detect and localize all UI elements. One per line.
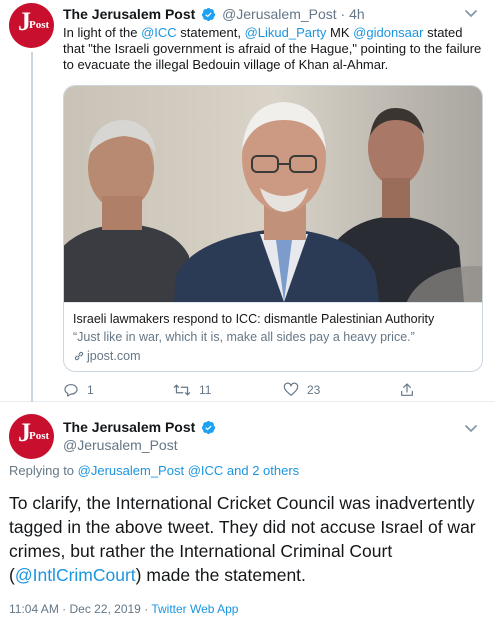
verified-badge-icon (202, 7, 216, 22)
mention-link[interactable]: @ICC (141, 25, 177, 40)
verified-badge-icon (202, 420, 216, 435)
card-title[interactable]: Israeli lawmakers respond to ICC: disman… (73, 311, 475, 327)
avatar-logo-word: Post (29, 430, 50, 442)
replying-prefix: Replying to (9, 463, 78, 478)
meta-separator: · (140, 602, 152, 616)
reply-icon (64, 384, 78, 397)
author-name[interactable]: The Jerusalem Post (63, 6, 195, 22)
tweet-header: The Jerusalem Post @Jerusalem_Post · 4h (63, 5, 365, 23)
tweet-meta: 11:04 AM · Dec 22, 2019 · Twitter Web Ap… (9, 601, 238, 617)
retweet-count: 11 (199, 383, 212, 397)
tweet-text-part: ) made the statement. (135, 565, 306, 585)
retweet-icon (173, 384, 191, 396)
mention-link[interactable]: @ICC (188, 463, 224, 478)
heart-icon (283, 382, 299, 396)
chevron-down-icon[interactable] (464, 424, 478, 434)
avatar-logo-word: Post (29, 19, 50, 31)
tweet-source-link[interactable]: Twitter Web App (151, 602, 238, 616)
tweet-text: To clarify, the International Cricket Co… (9, 491, 489, 587)
author-handle[interactable]: @Jerusalem_Post (63, 436, 178, 454)
avatar[interactable]: J Post (9, 414, 54, 459)
reply-count: 1 (87, 383, 94, 397)
author-name-row: The Jerusalem Post (63, 418, 218, 436)
author-name[interactable]: The Jerusalem Post (63, 419, 195, 435)
thread-connector-line (31, 52, 33, 402)
tweet-actions: 1 11 23 (63, 381, 483, 399)
retweet-button[interactable]: 11 (173, 381, 211, 399)
mention-link[interactable]: @Jerusalem_Post (78, 463, 184, 478)
like-button[interactable]: 23 (283, 381, 320, 399)
tweet-time[interactable]: 4h (349, 6, 365, 22)
header-separator: · (336, 6, 350, 22)
tweet-text-part: statement, (176, 25, 245, 40)
tweet-text: In light of the @ICC statement, @Likud_P… (63, 25, 483, 73)
card-photo[interactable] (64, 86, 483, 302)
card-domain: jpost.com (73, 347, 475, 365)
mention-link[interactable]: @IntlCrimCourt (15, 565, 136, 585)
card-description: “Just like in war, which it is, make all… (73, 330, 415, 344)
mention-link[interactable]: @gidonsaar (353, 25, 423, 40)
tweet-text-part: MK (326, 25, 354, 40)
replying-others-link[interactable]: and 2 others (223, 463, 299, 478)
mention-link[interactable]: @Likud_Party (245, 25, 327, 40)
replying-to: Replying to @Jerusalem_Post @ICC and 2 o… (9, 463, 299, 479)
avatar[interactable]: J Post (9, 3, 54, 48)
share-icon (401, 383, 413, 396)
share-button[interactable] (399, 381, 415, 399)
tweet-first[interactable]: J Post The Jerusalem Post @Jerusalem_Pos… (0, 0, 495, 402)
like-count: 23 (307, 383, 321, 397)
tweet-text-part: In light of the (63, 25, 142, 40)
link-icon (74, 351, 84, 361)
reply-button[interactable]: 1 (63, 381, 94, 399)
card-body[interactable]: Israeli lawmakers respond to ICC: disman… (64, 302, 482, 371)
chevron-down-icon[interactable] (464, 9, 478, 19)
card-domain-text: jpost.com (87, 349, 141, 363)
author-handle[interactable]: @Jerusalem_Post (222, 6, 337, 22)
tweet-timestamp[interactable]: 11:04 AM · Dec 22, 2019 (9, 602, 141, 616)
link-preview-card[interactable]: Israeli lawmakers respond to ICC: disman… (63, 85, 483, 372)
